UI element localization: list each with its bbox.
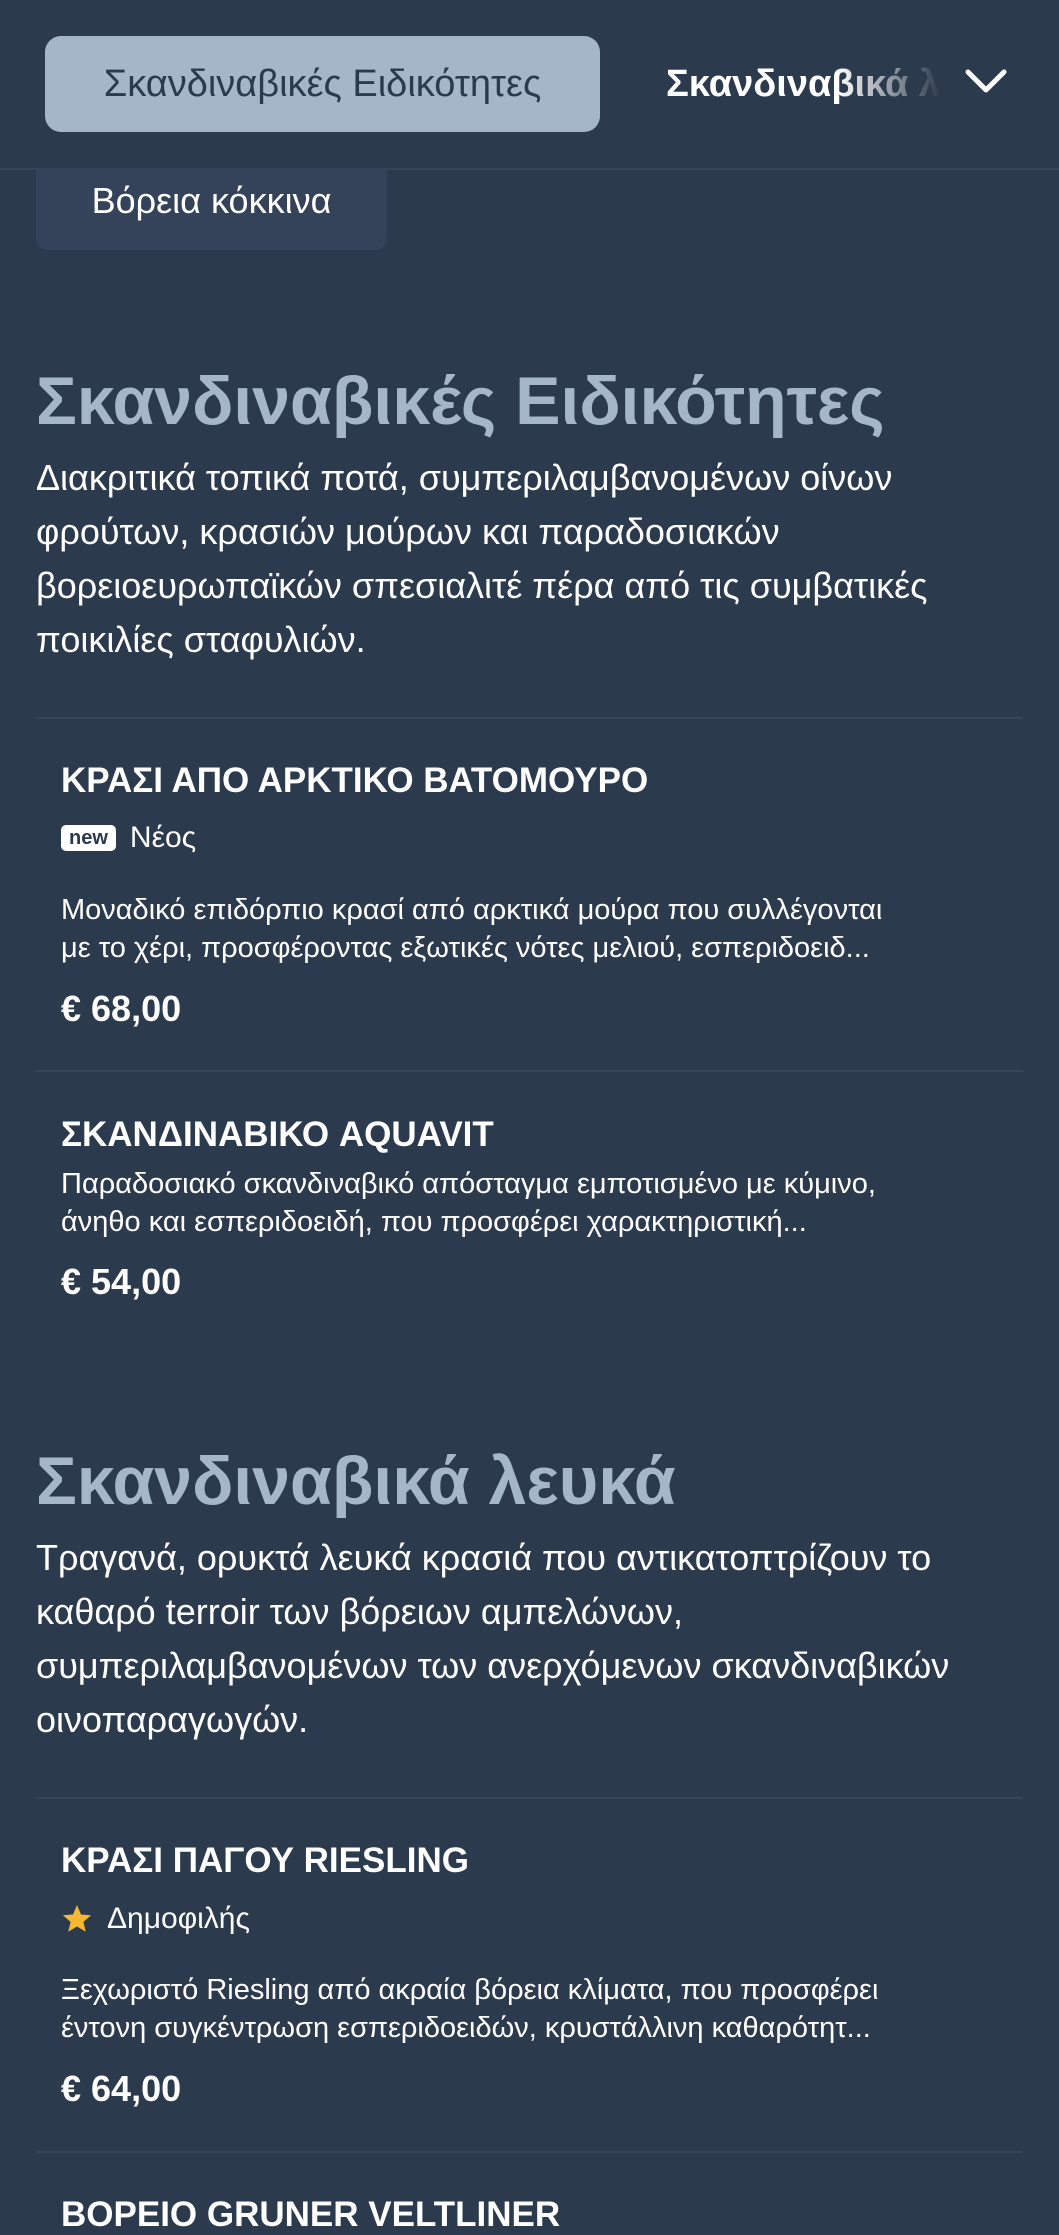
product-description: Ξεχωριστό Riesling από ακραία βόρεια κλί… bbox=[61, 1971, 1011, 2047]
divider bbox=[36, 717, 1023, 719]
product-price: € 64,00 bbox=[61, 2068, 182, 2109]
description-line: έντονη συγκέντρωση εσπεριδοειδών, κρυστά… bbox=[61, 2012, 871, 2044]
section-description: Διακριτικά τοπικά ποτά, συμπεριλαμβανομέ… bbox=[36, 457, 928, 660]
product-price: € 68,00 bbox=[61, 988, 182, 1029]
product-name: ΒΟΡΕΙΟ GRUNER VELTLINER bbox=[61, 2195, 561, 2234]
badge-label: Δημοφιλής bbox=[107, 1902, 250, 1935]
product-name: ΣΚΑΝΔΙΝΑΒΙΚΟ AQUAVIT bbox=[61, 1115, 494, 1154]
category-tab-bar: Σκανδιναβικές Ειδικότητες Σκανδιναβικά λ… bbox=[0, 0, 1059, 170]
star-icon bbox=[62, 1905, 92, 1932]
description-line: άνηθο και εσπεριδοειδή, που προσφέρει χα… bbox=[61, 1206, 807, 1238]
section-title: Σκανδιναβικά λευκά bbox=[36, 1443, 676, 1519]
tab-scandinavian-specialties[interactable]: Σκανδιναβικές Ειδικότητες bbox=[45, 36, 600, 132]
description-line: με το χέρι, προσφέροντας εξωτικές νότες … bbox=[61, 932, 870, 964]
section-description: Τραγανά, ορυκτά λευκά κρασιά που αντικατ… bbox=[36, 1537, 950, 1740]
product-price: € 54,00 bbox=[61, 1261, 182, 1302]
description-line: Ξεχωριστό Riesling από ακραία βόρεια κλί… bbox=[61, 1974, 879, 2006]
new-tag: new bbox=[61, 825, 116, 851]
product-name: ΚΡΑΣΙ ΑΠΟ ΑΡΚΤΙΚΟ ΒΑΤΟΜΟΥΡΟ bbox=[61, 761, 649, 800]
badge-label: Νέος bbox=[129, 821, 197, 854]
tab-scandinavian-whites[interactable]: Σκανδιναβικά λευκά bbox=[666, 36, 942, 132]
popular-badge-row: Δημοφιλής bbox=[61, 1901, 250, 1937]
product-description: Παραδοσιακό σκανδιναβικό απόσταγμα εμποτ… bbox=[61, 1165, 1011, 1241]
divider bbox=[36, 1070, 1023, 1072]
product-description: Μοναδικό επιδόρπιο κρασί από αρκτικά μού… bbox=[61, 891, 1011, 967]
description-line: Μοναδικό επιδόρπιο κρασί από αρκτικά μού… bbox=[61, 894, 883, 926]
chevron-down-icon[interactable] bbox=[964, 64, 1008, 100]
new-badge-row: new Νέος bbox=[61, 820, 196, 856]
divider bbox=[36, 2151, 1023, 2153]
section-title: Σκανδιναβικές Ειδικότητες bbox=[36, 363, 885, 439]
product-name: ΚΡΑΣΙ ΠΑΓΟΥ RIESLING bbox=[61, 1841, 469, 1880]
description-line: Παραδοσιακό σκανδιναβικό απόσταγμα εμποτ… bbox=[61, 1168, 876, 1200]
divider bbox=[36, 1797, 1023, 1799]
